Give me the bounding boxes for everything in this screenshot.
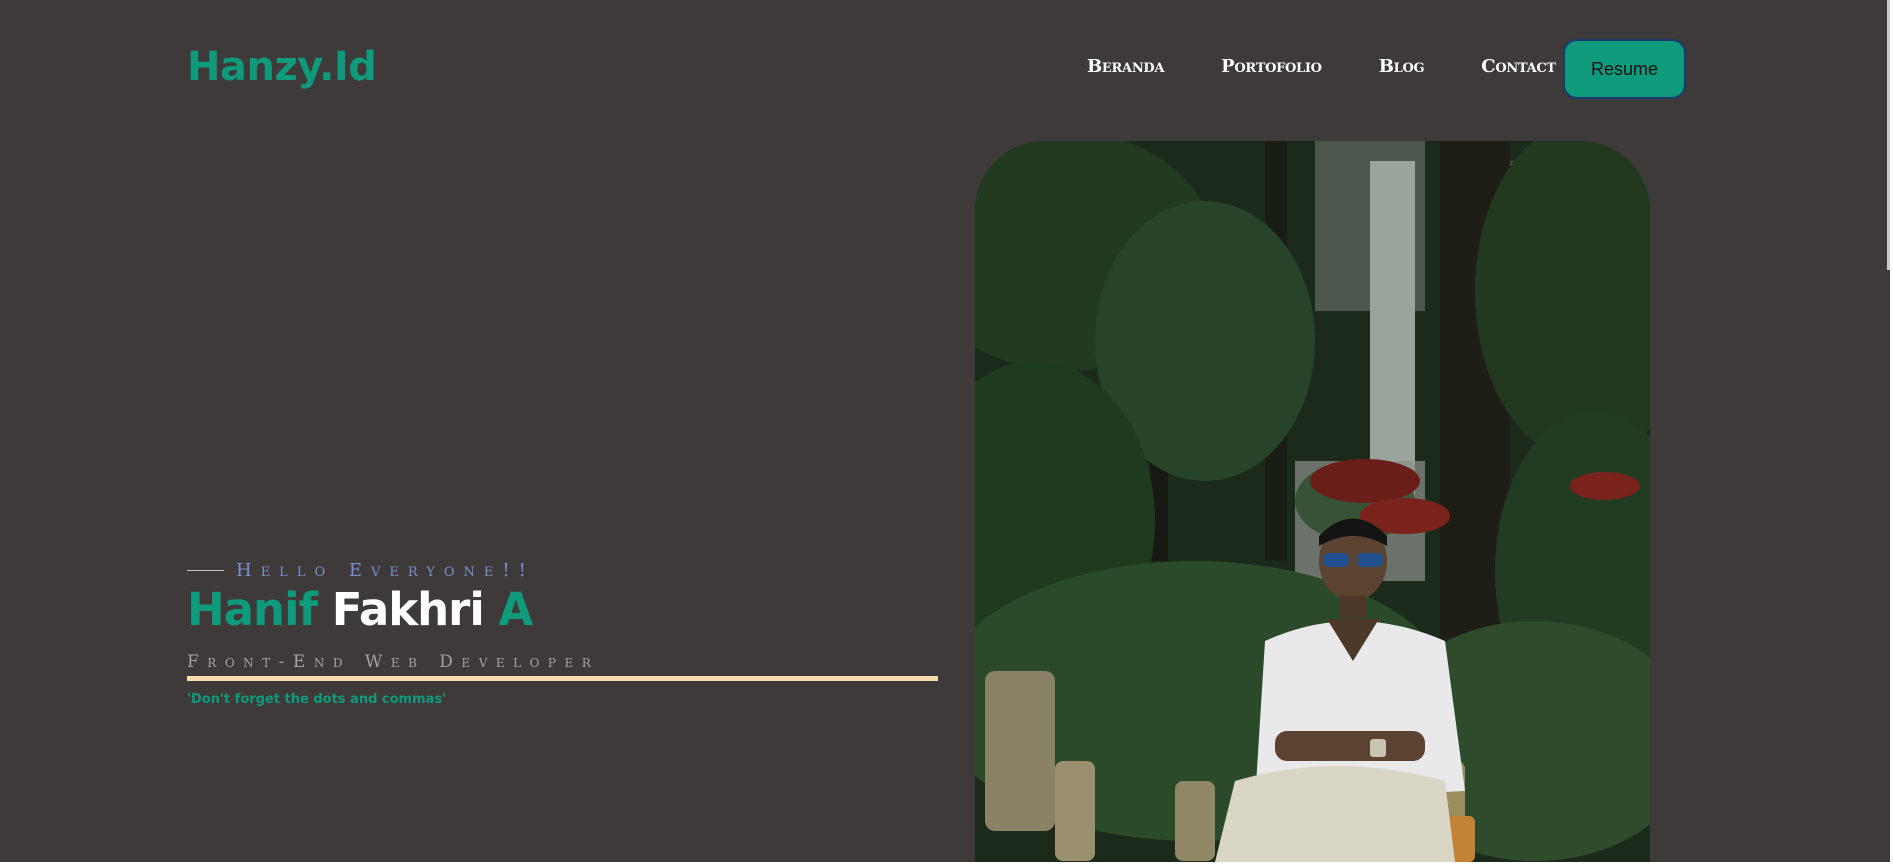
nav-link-beranda[interactable]: Beranda: [1087, 56, 1164, 77]
nav-link-contact[interactable]: Contact: [1481, 56, 1556, 77]
greeting-divider: [187, 570, 224, 571]
greeting-row: Hello Everyone!!: [187, 560, 535, 581]
nav-link-portofolio[interactable]: Portofolio: [1221, 56, 1322, 77]
hero-photo: [975, 141, 1650, 862]
page: Hanzy.Id Beranda Portofolio Blog Contact…: [0, 0, 1890, 862]
name-middle: Fakhri: [331, 583, 485, 636]
portrait-image: [975, 141, 1650, 862]
main-nav: Beranda Portofolio Blog Contact: [1087, 56, 1613, 77]
nav-link-blog[interactable]: Blog: [1379, 56, 1425, 77]
hero-name: Hanif Fakhri A: [187, 583, 533, 636]
site-logo[interactable]: Hanzy.Id: [187, 44, 377, 90]
greeting-text: Hello Everyone!!: [236, 560, 535, 581]
name-first: Hanif: [187, 583, 318, 636]
name-last: A: [498, 583, 533, 636]
resume-button[interactable]: Resume: [1563, 39, 1686, 99]
scrollbar[interactable]: [1887, 0, 1890, 270]
role-text: Front-End Web Developer: [187, 652, 600, 672]
role-underline: [187, 676, 938, 681]
quote-text: 'Don't forget the dots and commas': [187, 692, 447, 707]
